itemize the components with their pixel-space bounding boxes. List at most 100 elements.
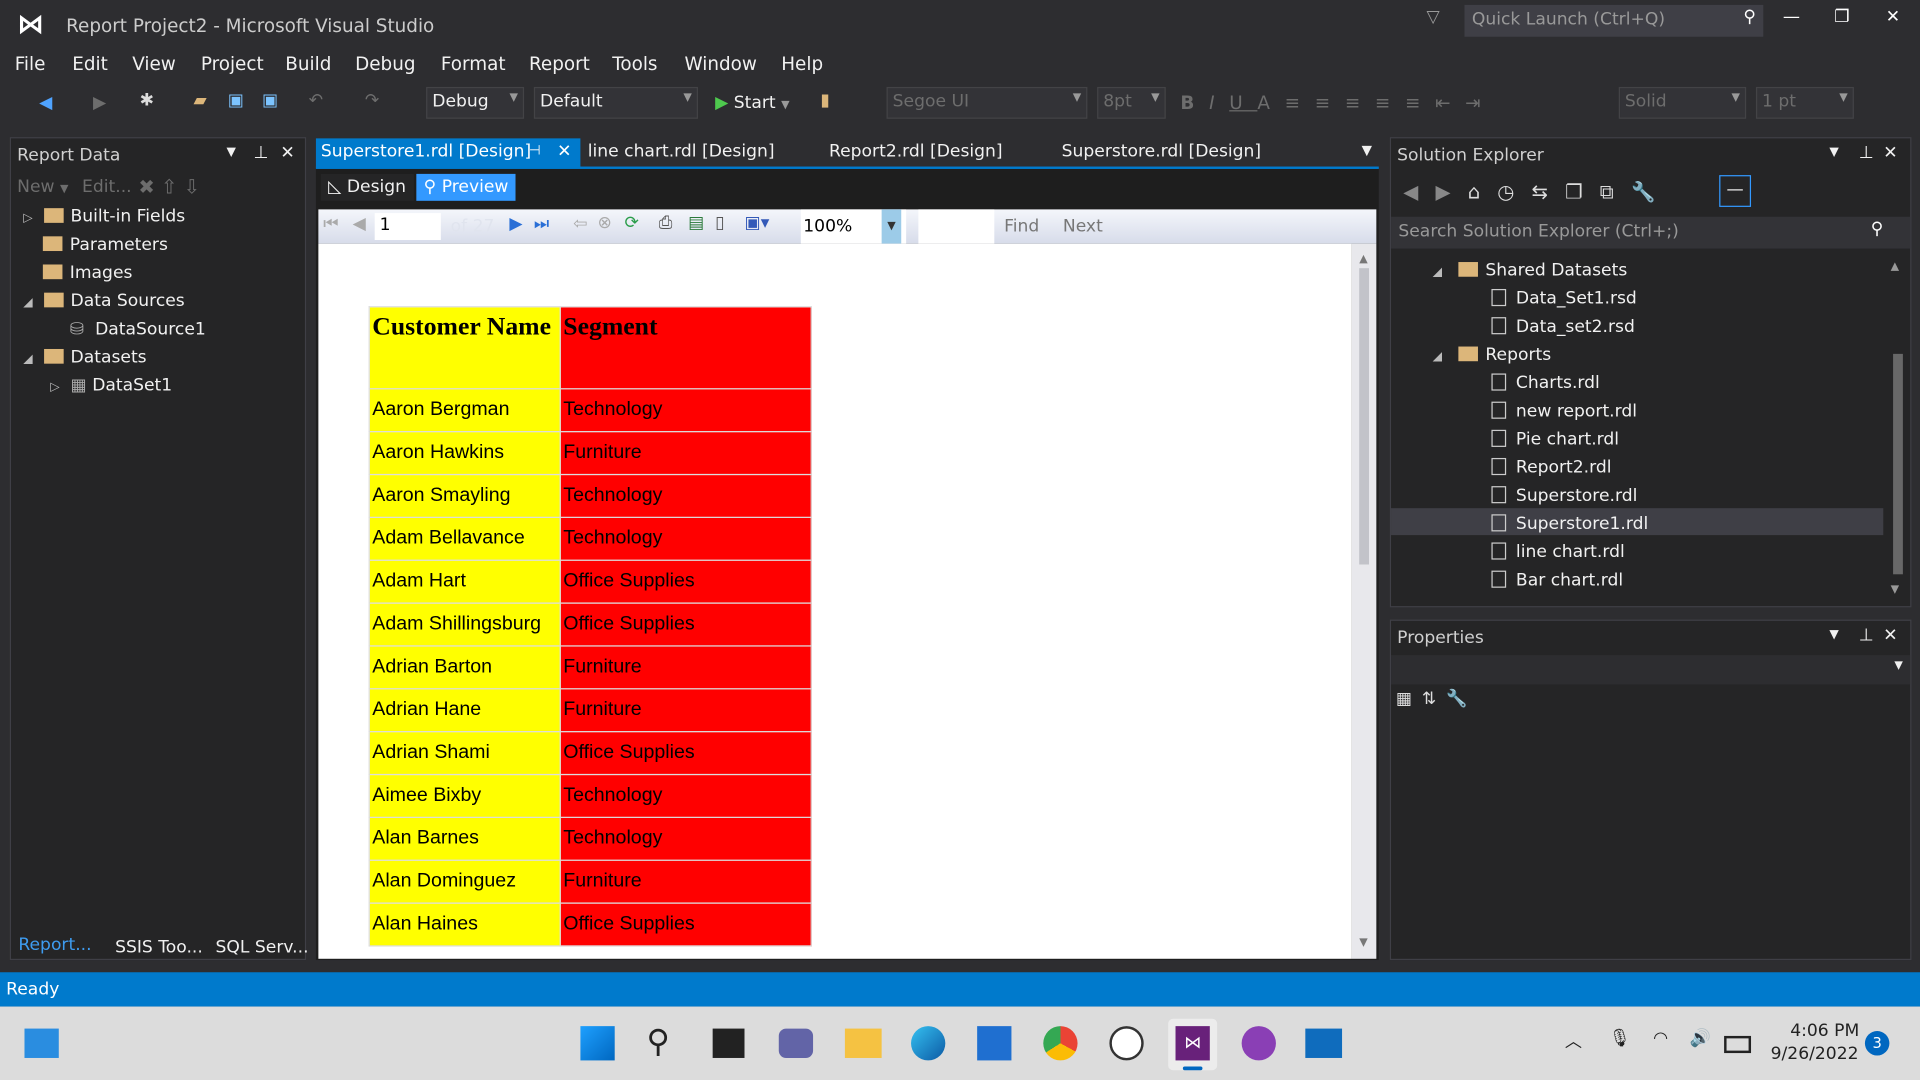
- forward-icon[interactable]: ▶: [1435, 180, 1467, 203]
- edit-button[interactable]: Edit...: [82, 178, 132, 198]
- first-page-icon[interactable]: ⏮: [323, 214, 338, 234]
- pin-icon[interactable]: ⊥: [1859, 626, 1874, 646]
- tree-file-item[interactable]: Superstore.rdl: [1491, 486, 1637, 506]
- object-select[interactable]: ▼: [1391, 655, 1911, 685]
- page-setup-icon[interactable]: ▯: [715, 213, 724, 233]
- alphabetical-icon[interactable]: ⇅: [1422, 689, 1446, 709]
- collapse-icon[interactable]: ❐: [1565, 180, 1600, 203]
- align-icon[interactable]: ≡≡≡≡≡⇤⇥: [1285, 92, 1496, 114]
- menu-window[interactable]: Window: [684, 53, 756, 75]
- microphone-icon[interactable]: 🎙: [1609, 1029, 1631, 1049]
- menu-project[interactable]: Project: [201, 53, 264, 75]
- show-hidden-icons[interactable]: ︿: [1565, 1029, 1582, 1053]
- battery-icon[interactable]: [1724, 1035, 1752, 1054]
- find-in-files-icon[interactable]: ▮: [820, 91, 829, 111]
- tree-file-item[interactable]: Data_set2.rsd: [1491, 317, 1635, 337]
- tree-item-built-in-fields[interactable]: ▷ Built-in Fields: [23, 207, 185, 227]
- menu-edit[interactable]: Edit: [72, 53, 108, 75]
- menu-file[interactable]: File: [15, 53, 46, 75]
- file-explorer-icon[interactable]: [844, 1028, 882, 1058]
- tree-folder-reports[interactable]: ◢ Reports: [1433, 345, 1551, 365]
- search-icon[interactable]: ⚲: [647, 1024, 670, 1061]
- tree-file-item[interactable]: Bar chart.rdl: [1491, 570, 1623, 590]
- properties-icon[interactable]: 🔧: [1631, 180, 1673, 203]
- start-button[interactable]: ▶ Start ▼: [715, 93, 789, 113]
- task-view-icon[interactable]: [712, 1028, 745, 1058]
- font-color-icon[interactable]: A: [1257, 92, 1284, 114]
- doc-tab-line-chart[interactable]: line chart.rdl [Design]: [583, 138, 780, 167]
- close-panel-icon[interactable]: ✕: [280, 143, 294, 163]
- menu-debug[interactable]: Debug: [355, 53, 415, 75]
- doc-tab-report2[interactable]: Report2.rdl [Design]: [824, 138, 1007, 167]
- menu-help[interactable]: Help: [781, 53, 823, 75]
- start-menu-icon[interactable]: [580, 1026, 615, 1061]
- tree-item-parameters[interactable]: Parameters: [42, 235, 168, 255]
- app-icon[interactable]: [1109, 1026, 1144, 1061]
- store-icon[interactable]: [977, 1026, 1012, 1061]
- wifi-icon[interactable]: ◠: [1653, 1029, 1668, 1049]
- tree-item-data-sources[interactable]: ◢ Data Sources: [23, 291, 184, 311]
- back-to-parent-icon[interactable]: ⇦: [573, 214, 587, 234]
- close-panel-icon[interactable]: ✕: [1883, 143, 1897, 163]
- minimize-button[interactable]: —: [1783, 7, 1800, 27]
- zoom-select[interactable]: 100% ▼: [800, 209, 907, 244]
- menu-report[interactable]: Report: [529, 53, 590, 75]
- menu-format[interactable]: Format: [441, 53, 506, 75]
- wrench-icon[interactable]: 🔧: [1446, 689, 1477, 709]
- tree-file-item[interactable]: Charts.rdl: [1491, 373, 1600, 393]
- close-panel-icon[interactable]: ✕: [1883, 626, 1897, 646]
- platform-select[interactable]: Default ▼: [533, 86, 698, 119]
- find-input[interactable]: [918, 209, 995, 244]
- home-icon[interactable]: ⌂: [1468, 180, 1498, 203]
- design-tab[interactable]: ◺ Design: [320, 173, 414, 201]
- config-select[interactable]: Debug ▼: [426, 86, 525, 119]
- close-tab-icon[interactable]: ✕: [557, 142, 571, 162]
- next-button[interactable]: Next: [1063, 217, 1103, 237]
- outlook-icon[interactable]: [1305, 1028, 1343, 1058]
- menu-view[interactable]: View: [132, 53, 176, 75]
- font-select[interactable]: Segoe UI ▼: [886, 86, 1088, 119]
- clock-time[interactable]: 4:06 PM: [1790, 1021, 1859, 1041]
- forward-icon[interactable]: ▶: [93, 93, 106, 113]
- pin-icon[interactable]: ⊣: [529, 142, 541, 158]
- chrome-icon[interactable]: [1043, 1026, 1078, 1061]
- save-icon[interactable]: ▣: [228, 91, 244, 111]
- visual-studio-taskbar-icon[interactable]: ⋈: [1168, 1018, 1218, 1071]
- print-layout-icon[interactable]: ▤: [688, 213, 704, 233]
- show-all-icon[interactable]: ⧉: [1600, 180, 1631, 203]
- scrollbar-thumb[interactable]: [1893, 353, 1903, 575]
- open-icon[interactable]: ▰: [193, 91, 206, 111]
- page-number-input[interactable]: 1: [374, 213, 441, 241]
- history-icon[interactable]: ◷: [1497, 180, 1531, 203]
- back-icon[interactable]: ◀: [39, 93, 52, 113]
- border-width-select[interactable]: 1 pt ▼: [1755, 86, 1854, 119]
- quick-launch[interactable]: Quick Launch (Ctrl+Q) ⚲: [1464, 4, 1764, 37]
- redo-icon[interactable]: ↷: [365, 91, 379, 111]
- restore-button[interactable]: ❐: [1834, 7, 1849, 27]
- tree-file-item[interactable]: Data_Set1.rsd: [1491, 288, 1637, 309]
- menu-build[interactable]: Build: [285, 53, 331, 75]
- bottom-tab-ssis-toolbox[interactable]: SSIS Too...: [115, 938, 203, 958]
- volume-icon[interactable]: 🔊: [1690, 1029, 1711, 1049]
- tree-item-dataset1[interactable]: ▷ ▦ DataSet1: [50, 376, 172, 396]
- tab-overflow-icon[interactable]: ▼: [1362, 142, 1372, 158]
- clock-date[interactable]: 9/26/2022: [1771, 1044, 1859, 1064]
- panel-menu-icon[interactable]: ▼: [1829, 628, 1838, 641]
- tree-item-datasource1[interactable]: ⛁ DataSource1: [70, 320, 206, 340]
- chat-icon[interactable]: [778, 1028, 814, 1058]
- close-button[interactable]: ✕: [1886, 7, 1900, 27]
- underline-icon[interactable]: U: [1229, 92, 1257, 114]
- new-button[interactable]: New ▼: [17, 178, 68, 198]
- panel-menu-icon[interactable]: ▼: [227, 146, 236, 159]
- doc-tab-superstore[interactable]: Superstore.rdl [Design]: [1057, 138, 1266, 167]
- panel-menu-icon[interactable]: ▼: [1829, 146, 1838, 159]
- export-icon[interactable]: ▣▾: [744, 213, 769, 233]
- undo-icon[interactable]: ↶: [309, 91, 323, 111]
- back-icon[interactable]: ◀: [1403, 180, 1435, 203]
- print-icon[interactable]: ⎙: [659, 213, 673, 233]
- edge-icon[interactable]: [911, 1026, 946, 1061]
- tree-file-item[interactable]: line chart.rdl: [1491, 542, 1625, 562]
- find-button[interactable]: Find: [1004, 217, 1039, 237]
- save-all-icon[interactable]: ▣: [262, 91, 278, 111]
- doc-tab-superstore1[interactable]: Superstore1.rdl [Design] ⊣ ✕: [315, 138, 581, 168]
